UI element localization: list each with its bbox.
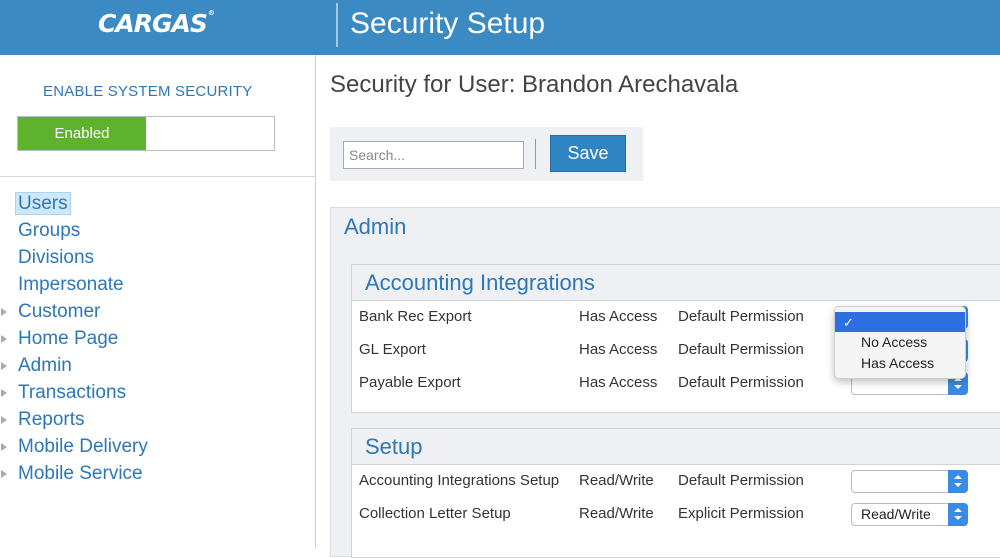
expand-arrow-icon[interactable]: [1, 389, 7, 397]
permission-name: Collection Letter Setup: [359, 505, 511, 522]
permission-select[interactable]: [851, 470, 968, 493]
search-toolbar: Save: [330, 127, 643, 181]
permission-type: Explicit Permission: [678, 505, 804, 522]
search-input[interactable]: [343, 141, 524, 169]
permission-type: Default Permission: [678, 341, 804, 358]
security-toggle[interactable]: Enabled: [17, 116, 275, 151]
toggle-enabled-state: Enabled: [18, 117, 146, 150]
dropdown-option-has-access[interactable]: Has Access: [835, 353, 965, 374]
access-level: Has Access: [579, 374, 658, 391]
admin-section: Admin Accounting Integrations Bank Rec E…: [330, 207, 1000, 558]
table-row: Accounting Integrations Setup Read/Write…: [352, 465, 1000, 498]
access-level: Read/Write: [579, 505, 654, 522]
cargas-logo[interactable]: CARGAS®: [98, 9, 215, 38]
permission-select[interactable]: Read/Write: [851, 503, 968, 526]
expand-arrow-icon[interactable]: [1, 362, 7, 370]
select-stepper-icon[interactable]: [948, 503, 968, 526]
group-title: Setup: [352, 429, 1000, 465]
sidebar-item-customer[interactable]: Customer: [0, 298, 316, 325]
sidebar-item-transactions[interactable]: Transactions: [0, 379, 316, 406]
page-title: Security for User: Brandon Arechavala: [330, 71, 739, 98]
access-level: Read/Write: [579, 472, 654, 489]
sidebar-item-admin[interactable]: Admin: [0, 352, 316, 379]
group-title: Accounting Integrations: [352, 265, 1000, 301]
sidebar-item-home-page[interactable]: Home Page: [0, 325, 316, 352]
permission-type: Default Permission: [678, 374, 804, 391]
access-level: Has Access: [579, 308, 658, 325]
permission-name: Payable Export: [359, 374, 461, 391]
sidebar-item-users[interactable]: Users: [0, 190, 316, 217]
dropdown-option-no-access[interactable]: No Access: [835, 332, 965, 353]
permission-type: Default Permission: [678, 308, 804, 325]
table-row: Collection Letter Setup Read/Write Expli…: [352, 498, 1000, 531]
expand-arrow-icon[interactable]: [1, 443, 7, 451]
sidebar-divider: [0, 176, 316, 177]
sidebar-item-reports[interactable]: Reports: [0, 406, 316, 433]
top-bar: CARGAS® Security Setup: [0, 0, 1000, 55]
permission-name: Accounting Integrations Setup: [359, 472, 560, 489]
app-title: Security Setup: [350, 7, 546, 40]
permission-name: GL Export: [359, 341, 426, 358]
permission-dropdown-menu: ✓ No Access Has Access: [834, 306, 966, 379]
sidebar-item-divisions[interactable]: Divisions: [0, 244, 316, 271]
main-content: Security for User: Brandon Arechavala Sa…: [317, 55, 1000, 558]
permission-name: Bank Rec Export: [359, 308, 472, 325]
save-button[interactable]: Save: [550, 135, 626, 172]
sidebar-item-groups[interactable]: Groups: [0, 217, 316, 244]
sidebar: ENABLE SYSTEM SECURITY Enabled Users Gro…: [0, 55, 316, 548]
header-divider: [336, 3, 338, 47]
dropdown-option-blank[interactable]: ✓: [835, 312, 965, 332]
section-title: Admin: [344, 214, 407, 239]
checkmark-icon: ✓: [843, 315, 854, 330]
expand-arrow-icon[interactable]: [1, 335, 7, 343]
permission-type: Default Permission: [678, 472, 804, 489]
group-setup: Setup Accounting Integrations Setup Read…: [351, 428, 1000, 558]
expand-arrow-icon[interactable]: [1, 308, 7, 316]
toolbar-divider: [535, 139, 536, 169]
select-stepper-icon[interactable]: [948, 470, 968, 493]
sidebar-item-impersonate[interactable]: Impersonate: [0, 271, 316, 298]
expand-arrow-icon[interactable]: [1, 470, 7, 478]
access-level: Has Access: [579, 341, 658, 358]
sidebar-nav: Users Groups Divisions Impersonate Custo…: [0, 190, 316, 487]
expand-arrow-icon[interactable]: [1, 416, 7, 424]
enable-security-label: ENABLE SYSTEM SECURITY: [43, 83, 253, 100]
sidebar-item-mobile-service[interactable]: Mobile Service: [0, 460, 316, 487]
sidebar-item-mobile-delivery[interactable]: Mobile Delivery: [0, 433, 316, 460]
